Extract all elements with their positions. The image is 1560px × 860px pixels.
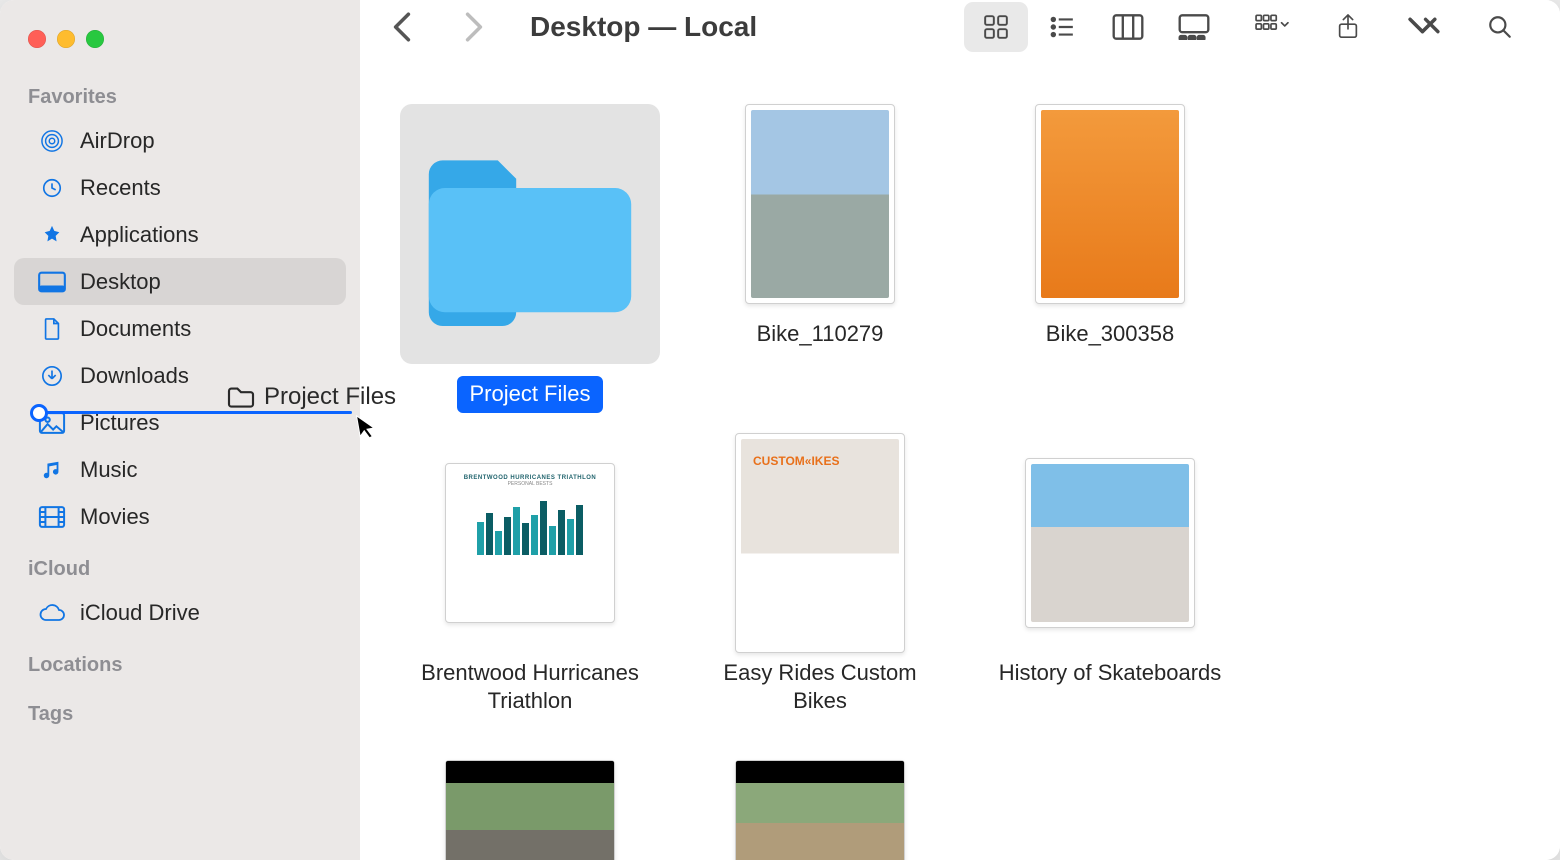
file-item-history-skateboards[interactable]: History of Skateboards: [980, 443, 1240, 720]
icon-view-button[interactable]: [964, 2, 1028, 52]
file-label: History of Skateboards: [987, 655, 1234, 692]
sidebar-item-movies[interactable]: Movies: [14, 493, 346, 540]
photo-thumbnail: [735, 104, 905, 304]
desktop-icon: [36, 271, 68, 293]
content-area: Desktop — Local: [360, 0, 1560, 860]
window-controls: [0, 10, 360, 68]
downloads-icon: [36, 365, 68, 387]
file-item-triathlon[interactable]: BRENTWOOD HURRICANES TRIATHLON PERSONAL …: [400, 443, 660, 720]
sidebar-item-downloads[interactable]: Downloads: [14, 352, 346, 399]
close-window-button[interactable]: [28, 30, 46, 48]
file-grid[interactable]: Project Files Bike_110279 Bike_300358: [360, 54, 1560, 860]
file-item-project-files[interactable]: Project Files: [400, 104, 660, 413]
sidebar-item-label: AirDrop: [80, 128, 155, 154]
list-view-button[interactable]: [1030, 2, 1094, 52]
video-thumbnail: [445, 750, 615, 860]
sidebar-item-label: Recents: [80, 175, 161, 201]
movies-icon: [36, 506, 68, 528]
gallery-view-button[interactable]: [1162, 2, 1226, 52]
sidebar: Favorites AirDrop Recents Applications D…: [0, 0, 360, 860]
finder-window: Favorites AirDrop Recents Applications D…: [0, 0, 1560, 860]
column-view-button[interactable]: [1096, 2, 1160, 52]
file-label: Easy Rides Custom Bikes: [695, 655, 945, 720]
drop-indicator: [36, 411, 352, 414]
file-label: Project Files: [457, 376, 602, 413]
sidebar-section-locations: Locations: [0, 636, 360, 685]
file-label: Brentwood Hurricanes Triathlon: [405, 655, 655, 720]
group-by-button[interactable]: [1240, 2, 1304, 52]
document-thumbnail: BRENTWOOD HURRICANES TRIATHLON PERSONAL …: [445, 443, 615, 643]
sidebar-section-icloud: iCloud: [0, 540, 360, 589]
sidebar-item-label: Documents: [80, 316, 191, 342]
sidebar-item-documents[interactable]: Documents: [14, 305, 346, 352]
sidebar-section-tags: Tags: [0, 685, 360, 734]
window-title: Desktop — Local: [530, 11, 757, 43]
back-button[interactable]: [372, 1, 432, 53]
view-mode-group: [962, 0, 1228, 54]
file-item-bike-300358[interactable]: Bike_300358: [980, 104, 1240, 413]
file-item-roadtrip-012[interactable]: RoadTrip_012: [400, 750, 660, 860]
file-label: Bike_110279: [745, 316, 896, 353]
video-thumbnail: [735, 750, 905, 860]
sidebar-item-recents[interactable]: Recents: [14, 164, 346, 211]
sidebar-item-airdrop[interactable]: AirDrop: [14, 117, 346, 164]
toolbar: Desktop — Local: [360, 0, 1560, 54]
zoom-window-button[interactable]: [86, 30, 104, 48]
sidebar-item-applications[interactable]: Applications: [14, 211, 346, 258]
folder-icon: [400, 104, 660, 364]
file-label: Bike_300358: [1034, 316, 1186, 353]
share-button[interactable]: [1316, 2, 1380, 52]
sidebar-item-icloud-drive[interactable]: iCloud Drive: [14, 589, 346, 636]
sidebar-item-label: Downloads: [80, 363, 189, 389]
sidebar-section-favorites: Favorites: [0, 68, 360, 117]
airdrop-icon: [36, 130, 68, 152]
sidebar-item-label: Music: [80, 457, 137, 483]
file-item-roadtrip-024[interactable]: RoadTrip_024: [690, 750, 950, 860]
file-item-easy-rides[interactable]: Easy Rides Custom Bikes: [690, 443, 950, 720]
forward-button[interactable]: [444, 1, 504, 53]
applications-icon: [36, 224, 68, 246]
sidebar-item-label: iCloud Drive: [80, 600, 200, 626]
sidebar-item-music[interactable]: Music: [14, 446, 346, 493]
document-thumbnail: [735, 443, 905, 643]
file-item-bike-110279[interactable]: Bike_110279: [690, 104, 950, 413]
document-thumbnail: [1025, 443, 1195, 643]
photo-thumbnail: [1025, 104, 1195, 304]
search-button[interactable]: [1468, 2, 1532, 52]
sidebar-item-pictures[interactable]: Pictures: [14, 399, 346, 446]
sidebar-item-desktop[interactable]: Desktop: [14, 258, 346, 305]
more-button[interactable]: [1392, 2, 1456, 52]
sidebar-item-label: Applications: [80, 222, 199, 248]
document-icon: [36, 318, 68, 340]
music-icon: [36, 459, 68, 481]
sidebar-item-label: Desktop: [80, 269, 161, 295]
sidebar-item-label: Movies: [80, 504, 150, 530]
cloud-icon: [36, 602, 68, 624]
minimize-window-button[interactable]: [57, 30, 75, 48]
clock-icon: [36, 177, 68, 199]
